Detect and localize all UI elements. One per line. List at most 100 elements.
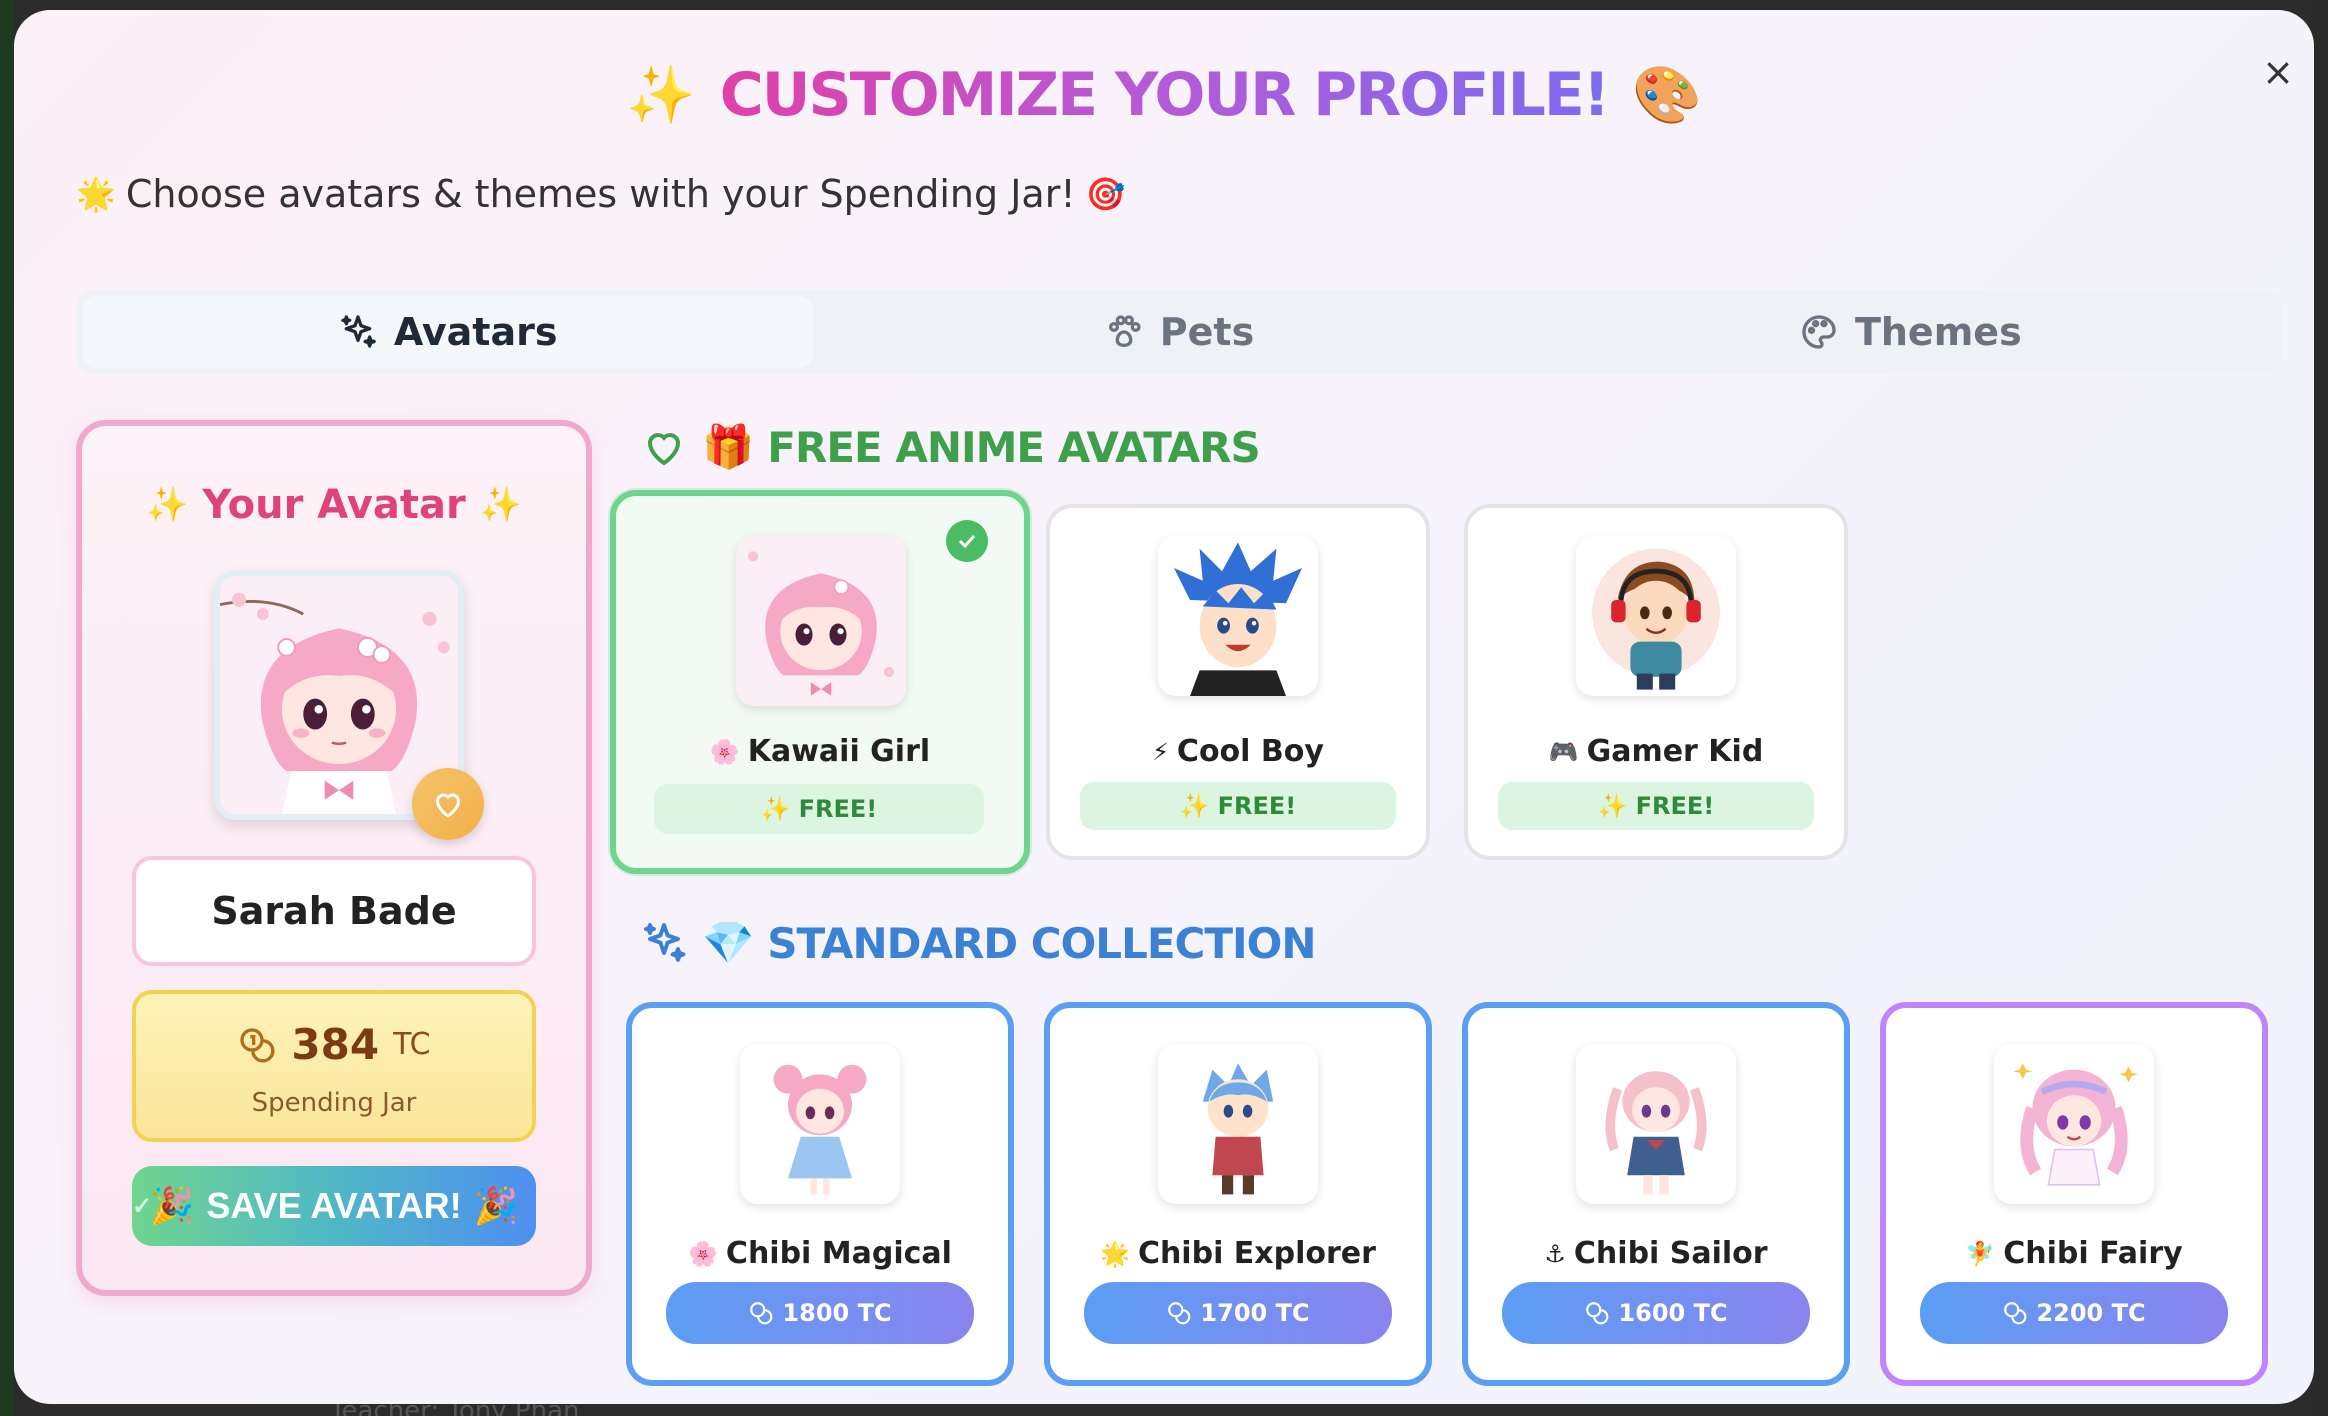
free-badge-label: FREE! [1635,792,1715,820]
gamepad-emoji: 🎮 [1548,737,1579,766]
avatar-thumbnail [736,536,906,706]
sparkles-emoji: ✨ [145,485,189,525]
avatar-card-cool-boy[interactable]: ⚡ Cool Boy ✨ FREE! [1046,504,1430,860]
avatar-name: Chibi Magical [725,1236,952,1271]
coins-icon [240,1027,275,1062]
customize-profile-modal: × ✨ CUSTOMIZE YOUR PROFILE! 🎨 🌟 Choose a… [14,10,2314,1404]
profile-panel: ✨ Your Avatar ✨ Sarah Bade 384 TC Spendi… [76,420,592,1296]
balance-row: 384 TC [136,1020,532,1069]
sparkles-emoji: ✨ [760,795,791,823]
background-left-edge [0,0,14,1416]
sparkles-icon [341,315,376,348]
party-emoji: 🎉 [473,1185,519,1226]
heart-icon [647,433,681,466]
paw-icon [1108,315,1141,348]
check-icon [958,534,976,549]
favorite-heart-button[interactable] [412,768,484,840]
palette-emoji: 🎨 [1632,63,1702,128]
avatar-name: Chibi Explorer [1137,1236,1376,1271]
avatar-card-chibi-sailor[interactable]: ⚓ Chibi Sailor 1600 TC [1462,1002,1850,1386]
star-emoji: 🌟 [76,175,116,213]
avatar-thumbnail [1158,1044,1318,1204]
tab-bar: Avatars Pets Themes [76,290,2282,374]
tab-avatars[interactable]: Avatars [82,296,814,368]
avatar-name: Chibi Sailor [1573,1236,1768,1271]
star-emoji: 🌟 [1100,1239,1130,1268]
coins-icon [750,1302,773,1325]
avatar-thumbnail [1576,536,1736,696]
buy-price-button[interactable]: 1700 TC [1084,1282,1392,1344]
price-label: 1700 TC [1200,1299,1310,1327]
avatar-card-chibi-fairy[interactable]: 🧚 Chibi Fairy 2200 TC [1880,1002,2268,1386]
standard-collection-heading: 💎 STANDARD COLLECTION [640,918,1316,968]
fairy-emoji: 🧚 [1965,1239,1996,1268]
avatar-name: Kawaii Girl [747,734,931,769]
avatar-name-row: 🌟 Chibi Explorer [1050,1236,1426,1271]
blossom-emoji: 🌸 [688,1239,718,1268]
background-right-edge [2314,0,2328,1416]
price-label: 1600 TC [1618,1299,1728,1327]
avatar-thumbnail [740,1044,900,1204]
avatar-name-row: ⚡ Cool Boy [1050,734,1426,769]
modal-title: CUSTOMIZE YOUR PROFILE! [719,60,1611,130]
tab-pets[interactable]: Pets [813,296,1544,368]
buy-price-button[interactable]: 2200 TC [1920,1282,2228,1344]
your-avatar-heading-text: Your Avatar [202,482,466,528]
free-badge: ✨ FREE! [1498,782,1814,830]
sparkles-icon [644,923,686,962]
tab-pets-label: Pets [1159,310,1255,354]
heart-icon [435,793,461,818]
subtitle-text: Choose avatars & themes with your Spendi… [125,172,1076,216]
sparkles-emoji: ✨ [479,485,523,525]
avatar-card-gamer-kid[interactable]: 🎮 Gamer Kid ✨ FREE! [1464,504,1848,860]
free-avatars-heading: 🎁 FREE ANIME AVATARS [640,422,1261,472]
spending-jar-balance: 384 TC Spending Jar [132,990,536,1142]
blossom-emoji: 🌸 [709,737,740,766]
balance-unit: TC [393,1027,431,1062]
price-label: 1800 TC [782,1299,892,1327]
coins-icon [1168,1302,1191,1325]
modal-title-row: ✨ CUSTOMIZE YOUR PROFILE! 🎨 [14,60,2314,130]
tab-avatars-label: Avatars [393,310,558,354]
party-emoji: 🎉 [149,1185,195,1226]
avatar-thumbnail [1994,1044,2154,1204]
avatar-name-row: 🌸 Chibi Magical [632,1236,1008,1271]
gift-emoji: 🎁 [702,422,754,471]
avatar-name: Chibi Fairy [2003,1236,2183,1271]
standard-collection-title: STANDARD COLLECTION [767,918,1316,968]
anchor-emoji: ⚓ [1544,1239,1566,1268]
sparkles-emoji: ✨ [1179,792,1210,820]
free-badge: ✨ FREE! [1080,782,1396,830]
save-avatar-label: SAVE AVATAR! [206,1185,462,1226]
save-avatar-button[interactable]: ✓ 🎉 SAVE AVATAR! 🎉 [132,1166,536,1246]
free-badge-label: FREE! [798,795,878,823]
avatar-card-chibi-explorer[interactable]: 🌟 Chibi Explorer 1700 TC [1044,1002,1432,1386]
price-label: 2200 TC [2036,1299,2146,1327]
tab-themes-label: Themes [1854,310,2022,354]
avatar-name-row: 🌸 Kawaii Girl [616,734,1024,769]
avatar-name-row: 🎮 Gamer Kid [1468,734,1844,769]
target-emoji: 🎯 [1085,175,1126,213]
avatar-card-chibi-magical[interactable]: 🌸 Chibi Magical 1800 TC [626,1002,1014,1386]
balance-amount: 384 [291,1020,380,1069]
avatar-card-kawaii-girl[interactable]: 🌸 Kawaii Girl ✨ FREE! [610,490,1030,874]
avatar-thumbnail [1576,1044,1736,1204]
coins-icon [1586,1302,1609,1325]
free-avatars-title: FREE ANIME AVATARS [767,422,1260,472]
coins-icon [2004,1302,2027,1325]
modal-subtitle: 🌟 Choose avatars & themes with your Spen… [76,172,1125,216]
avatar-name-row: ⚓ Chibi Sailor [1468,1236,1844,1271]
palette-icon [1802,315,1836,349]
balance-label: Spending Jar [251,1088,417,1118]
avatar-name: Cool Boy [1176,734,1324,769]
avatar-thumbnail [1158,536,1318,696]
free-badge: ✨ FREE! [654,784,984,834]
avatar-name-row: 🧚 Chibi Fairy [1886,1236,2262,1271]
avatar-name: Gamer Kid [1586,734,1764,769]
gem-emoji: 💎 [702,918,754,967]
check-icon: ✓ [132,1193,153,1220]
tab-themes[interactable]: Themes [1545,296,2276,368]
buy-price-button[interactable]: 1800 TC [666,1282,974,1344]
buy-price-button[interactable]: 1600 TC [1502,1282,1810,1344]
sparkles-emoji: ✨ [1597,792,1628,820]
